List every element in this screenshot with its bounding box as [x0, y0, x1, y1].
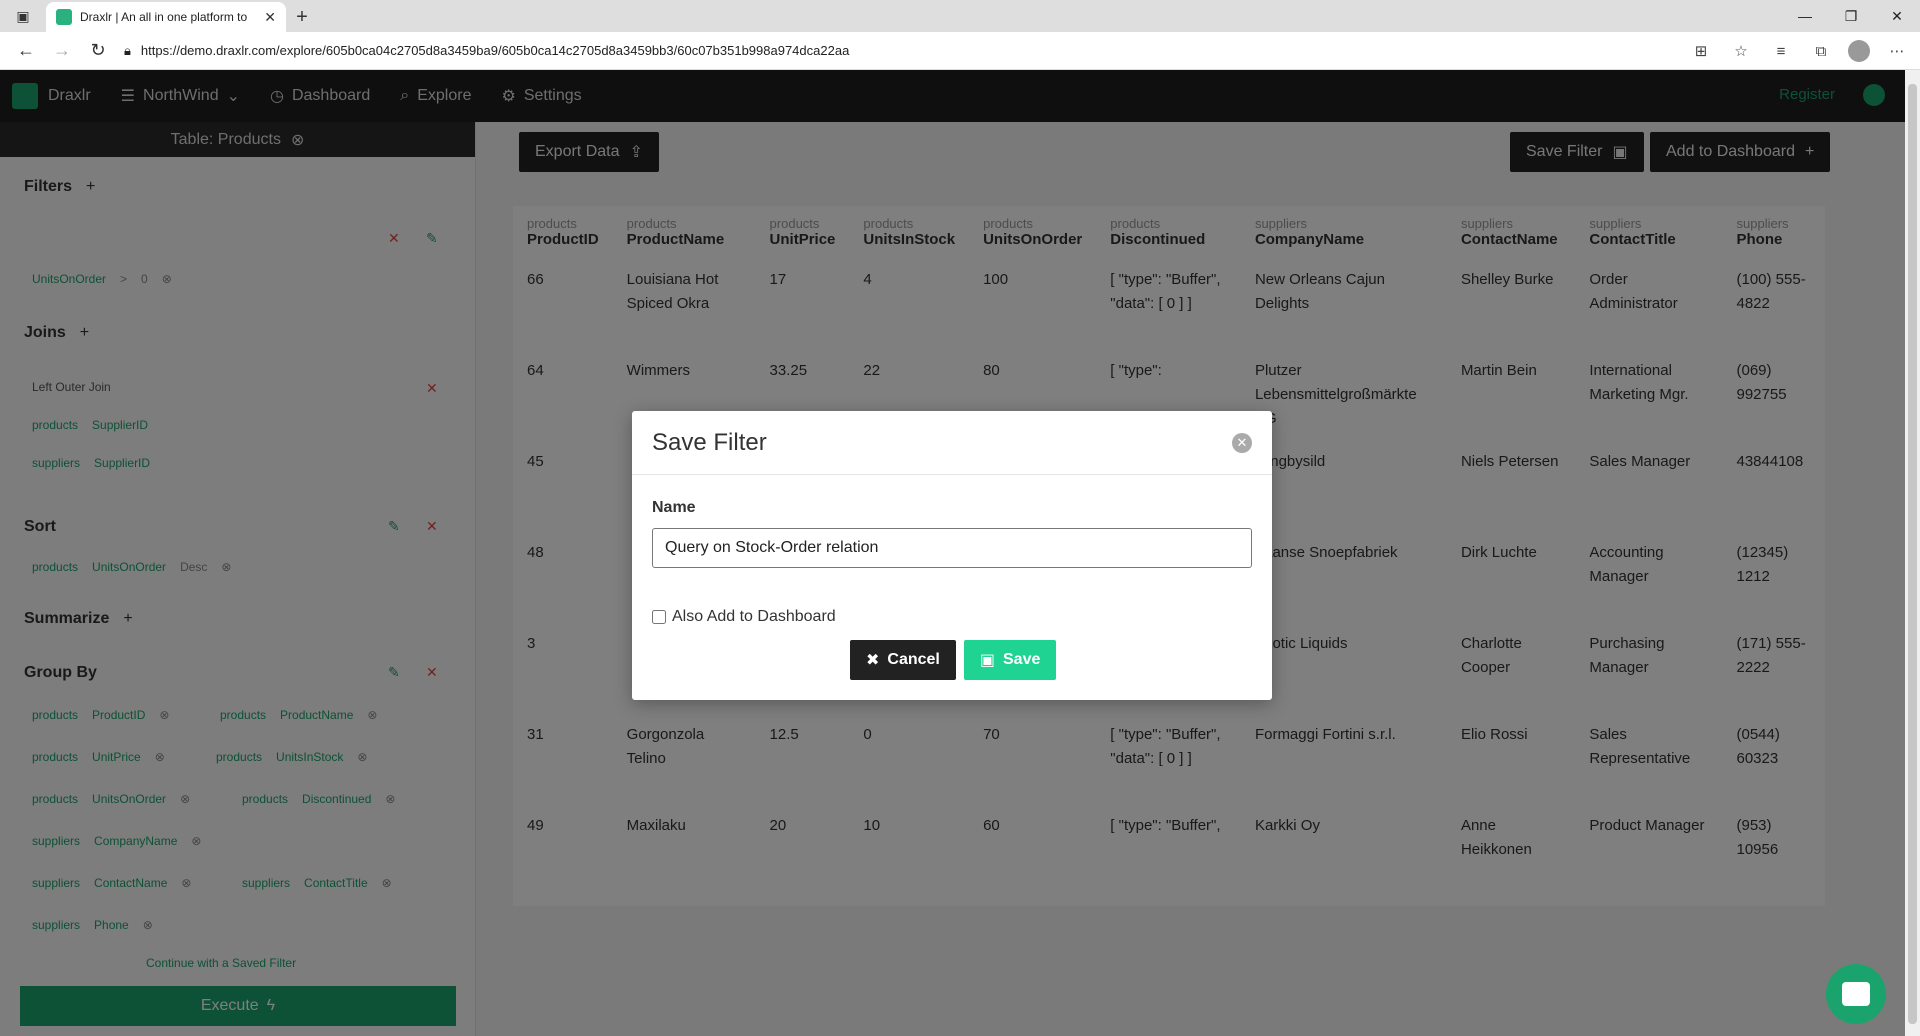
forward-icon[interactable]: → — [44, 33, 80, 69]
page-scrollbar[interactable] — [1905, 70, 1920, 1036]
x-icon: ✖ — [866, 652, 880, 669]
new-tab-icon[interactable]: + — [286, 2, 318, 32]
scrollbar-thumb[interactable] — [1908, 84, 1917, 1024]
close-tab-icon[interactable]: ✕ — [264, 9, 276, 26]
name-label: Name — [652, 499, 696, 516]
add-to-dashboard-option[interactable]: Also Add to Dashboard — [652, 608, 836, 626]
url-text: https://demo.draxlr.com/explore/605b0ca0… — [140, 43, 850, 58]
modal-header: Save Filter ✕ — [632, 411, 1272, 475]
address-bar: ← → ↻ 🔒︎ https://demo.draxlr.com/explore… — [0, 32, 1920, 70]
close-window-icon[interactable]: ✕ — [1874, 0, 1920, 32]
favicon-icon — [56, 9, 72, 25]
filter-name-input[interactable] — [652, 528, 1252, 568]
back-icon[interactable]: ← — [8, 33, 44, 69]
favorites-list-icon[interactable]: ≡ — [1768, 38, 1794, 64]
save-label: Save — [1003, 651, 1041, 668]
tab-actions-icon[interactable]: ▣ — [0, 0, 46, 32]
cancel-label: Cancel — [887, 651, 940, 668]
modal-title: Save Filter — [652, 428, 767, 456]
floppy-icon: ▣ — [979, 652, 995, 669]
reload-icon[interactable]: ↻ — [80, 33, 116, 69]
lock-icon: 🔒︎ — [124, 42, 131, 58]
chat-bubble-icon — [1842, 982, 1870, 1006]
add-to-dashboard-checkbox[interactable] — [652, 610, 666, 624]
browser-tab[interactable]: Draxlr | An all in one platform to ✕ — [46, 2, 286, 32]
url-field[interactable]: 🔒︎ https://demo.draxlr.com/explore/605b0… — [124, 36, 1604, 66]
more-icon[interactable]: ⋯ — [1884, 38, 1910, 64]
profile-avatar[interactable] — [1848, 40, 1870, 62]
save-button[interactable]: ▣ Save — [963, 640, 1057, 680]
close-icon[interactable]: ✕ — [1232, 432, 1252, 453]
chat-widget-button[interactable] — [1826, 964, 1886, 1024]
checkbox-label: Also Add to Dashboard — [672, 608, 836, 625]
save-filter-modal: Save Filter ✕ Name Also Add to Dashboard… — [632, 411, 1272, 700]
apps-icon[interactable]: ⊞ — [1688, 38, 1714, 64]
cancel-button[interactable]: ✖ Cancel — [850, 640, 956, 680]
minimize-icon[interactable]: — — [1782, 0, 1828, 32]
browser-tab-bar: ▣ Draxlr | An all in one platform to ✕ +… — [0, 0, 1920, 32]
favorite-star-icon[interactable]: ☆ — [1728, 38, 1754, 64]
restore-icon[interactable]: ❐ — [1828, 0, 1874, 32]
window-controls: — ❐ ✕ — [1782, 0, 1920, 32]
tab-title: Draxlr | An all in one platform to — [80, 10, 248, 24]
collections-icon[interactable]: ⧉ — [1808, 38, 1834, 64]
